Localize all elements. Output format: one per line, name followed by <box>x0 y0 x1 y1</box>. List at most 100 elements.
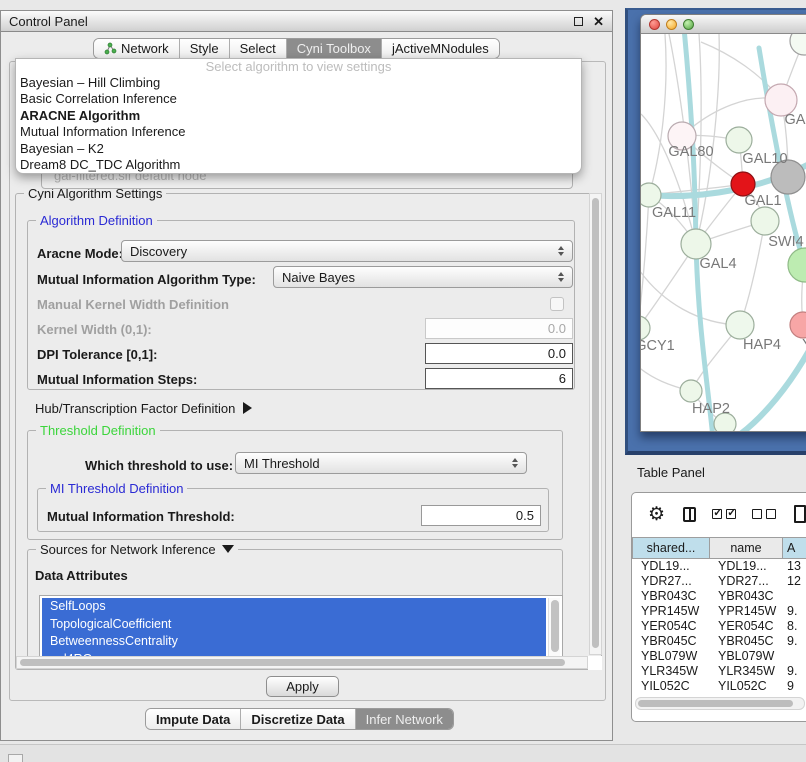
network-node-hap4[interactable] <box>726 311 754 339</box>
table-body: YDL19...YDL19...13 YDR27...YDR27...12 YB… <box>632 559 806 695</box>
which-threshold-label: Which threshold to use: <box>85 458 233 473</box>
data-attributes-label: Data Attributes <box>35 568 128 583</box>
scrollbar-corner <box>588 656 602 670</box>
network-icon <box>104 42 117 55</box>
network-node-swi4[interactable] <box>751 207 779 235</box>
network-node-salmon[interactable] <box>790 312 806 338</box>
control-panel-tabs: Network Style Select Cyni Toolbox jActiv… <box>93 38 500 59</box>
tab-style[interactable]: Style <box>180 39 230 58</box>
screen: Control Panel ✕ Network Style Select Cyn… <box>0 0 806 762</box>
table-row[interactable]: YPR145WYPR145W9. <box>632 604 806 619</box>
mi-threshold-label: Mutual Information Threshold: <box>47 509 235 524</box>
network-node[interactable] <box>790 34 806 55</box>
mi-type-combo[interactable]: Naive Bayes <box>273 266 573 288</box>
table-row[interactable]: YER054CYER054C8. <box>632 619 806 634</box>
dropdown-placeholder: Select algorithm to view settings <box>16 59 581 75</box>
table-row[interactable]: YBL079WYBL079W <box>632 649 806 664</box>
mi-type-label: Mutual Information Algorithm Type: <box>37 272 256 287</box>
table-toolbar: ⚙ <box>632 499 806 529</box>
which-threshold-combo[interactable]: MI Threshold <box>235 452 527 474</box>
node-label: GAL10 <box>742 151 787 167</box>
close-traffic-light-icon[interactable] <box>649 19 660 30</box>
table-row[interactable]: YBR043CYBR043C <box>632 589 806 604</box>
list-item[interactable]: SelfLoops <box>42 598 546 616</box>
tab-impute-data[interactable]: Impute Data <box>146 709 241 729</box>
dropdown-item[interactable]: Basic Correlation Inference <box>16 91 581 107</box>
control-panel-window: Control Panel ✕ Network Style Select Cyn… <box>0 10 613 741</box>
columns-icon[interactable] <box>683 507 696 522</box>
algorithm-dropdown-list: Select algorithm to view settings Bayesi… <box>15 58 582 174</box>
dropdown-item[interactable]: Bayesian – K2 <box>16 141 581 157</box>
aracne-mode-combo[interactable]: Discovery <box>121 240 573 262</box>
table-panel-titlebar: Table Panel <box>625 455 806 490</box>
dropdown-item[interactable]: Mutual Information Inference <box>16 124 581 140</box>
table-panel-window: ⚙ shared... name A YDL19...YDL19...13 YD… <box>631 492 806 722</box>
network-node-hap2[interactable] <box>680 380 702 402</box>
tab-jactivemnodules[interactable]: jActiveMNodules <box>382 39 499 58</box>
node-label: GAL80 <box>668 144 713 160</box>
minimize-traffic-light-icon[interactable] <box>666 19 677 30</box>
dropdown-item[interactable]: Dream8 DC_TDC Algorithm <box>16 157 581 173</box>
chevron-down-icon <box>222 545 234 553</box>
table-row[interactable]: YIL052CYIL052C9 <box>632 679 806 694</box>
mini-panel-icon[interactable] <box>8 754 23 762</box>
node-label: GAL11 <box>652 205 696 221</box>
node-label: HAP2 <box>692 401 730 417</box>
list-item[interactable]: BetweennessCentrality <box>42 633 546 651</box>
dropdown-item-selected[interactable]: ARACNE Algorithm <box>16 108 581 124</box>
table-horizontal-scrollbar[interactable] <box>635 697 805 710</box>
settings-horizontal-scrollbar[interactable] <box>16 656 588 669</box>
node-label: SWI4 <box>768 234 803 250</box>
network-node-bright-green[interactable] <box>788 248 806 282</box>
document-icon[interactable] <box>794 505 806 523</box>
zoom-traffic-light-icon[interactable] <box>683 19 694 30</box>
kernel-width-field[interactable]: 0.0 <box>425 318 573 339</box>
float-window-icon[interactable] <box>574 17 583 26</box>
settings-vertical-scrollbar[interactable] <box>589 193 602 655</box>
table-row[interactable]: YDL19...YDL19...13 <box>632 559 806 574</box>
mi-threshold-title: MI Threshold Definition <box>46 481 187 496</box>
select-all-checkboxes-icon[interactable] <box>712 509 736 519</box>
list-scrollbar[interactable] <box>548 598 560 662</box>
list-item[interactable]: TopologicalCoefficient <box>42 616 546 634</box>
network-graph: GAL GAL80 GAL10 GAL1 GAL11 SWI4 GAL4 GCY… <box>641 34 806 432</box>
mi-threshold-field[interactable]: 0.5 <box>421 505 541 526</box>
tab-cyni-toolbox[interactable]: Cyni Toolbox <box>287 39 382 58</box>
table-row[interactable]: YLR345WYLR345W9. <box>632 664 806 679</box>
network-node-gal4[interactable] <box>681 229 711 259</box>
column-header-partial[interactable]: A <box>782 537 806 559</box>
network-node-gal11[interactable] <box>641 183 661 207</box>
network-node-gal10[interactable] <box>726 127 752 153</box>
manual-kernel-checkbox[interactable] <box>550 297 564 311</box>
node-label: HAP4 <box>743 337 781 353</box>
column-header-shared[interactable]: shared... <box>632 537 709 559</box>
dpi-tolerance-field[interactable]: 0.0 <box>425 343 573 364</box>
table-row[interactable]: YDR27...YDR27...12 <box>632 574 806 589</box>
node-label: Y <box>802 337 806 353</box>
column-header-name[interactable]: name <box>709 537 782 559</box>
apply-button[interactable]: Apply <box>266 676 339 697</box>
tab-network[interactable]: Network <box>94 39 180 58</box>
bottom-tabs: Impute Data Discretize Data Infer Networ… <box>145 708 454 730</box>
sources-group-title[interactable]: Sources for Network Inference <box>36 542 238 557</box>
table-row[interactable]: YBR045CYBR045C9. <box>632 634 806 649</box>
network-view-frame: GAL GAL80 GAL10 GAL1 GAL11 SWI4 GAL4 GCY… <box>625 8 806 455</box>
hub-section-toggle[interactable]: Hub/Transcription Factor Definition <box>35 401 252 416</box>
mi-steps-field[interactable]: 6 <box>425 368 573 389</box>
tab-infer-network[interactable]: Infer Network <box>356 709 453 729</box>
network-canvas[interactable]: GAL GAL80 GAL10 GAL1 GAL11 SWI4 GAL4 GCY… <box>641 34 806 432</box>
gear-icon[interactable]: ⚙ <box>648 505 665 524</box>
data-attributes-list: SelfLoops TopologicalCoefficient Between… <box>39 595 563 665</box>
table-header-row: shared... name A <box>632 537 806 559</box>
footer-strip <box>0 744 806 762</box>
table-panel-title: Table Panel <box>637 465 705 480</box>
control-panel-title: Control Panel <box>9 14 574 29</box>
tab-discretize-data[interactable]: Discretize Data <box>241 709 355 729</box>
deselect-all-checkboxes-icon[interactable] <box>752 509 776 519</box>
close-icon[interactable]: ✕ <box>593 15 604 28</box>
tab-network-label: Network <box>121 41 169 56</box>
dropdown-item[interactable]: Bayesian – Hill Climbing <box>16 75 581 91</box>
tab-select[interactable]: Select <box>230 39 287 58</box>
kernel-width-label: Kernel Width (0,1): <box>37 322 152 337</box>
network-node-gcy1[interactable] <box>641 316 650 340</box>
